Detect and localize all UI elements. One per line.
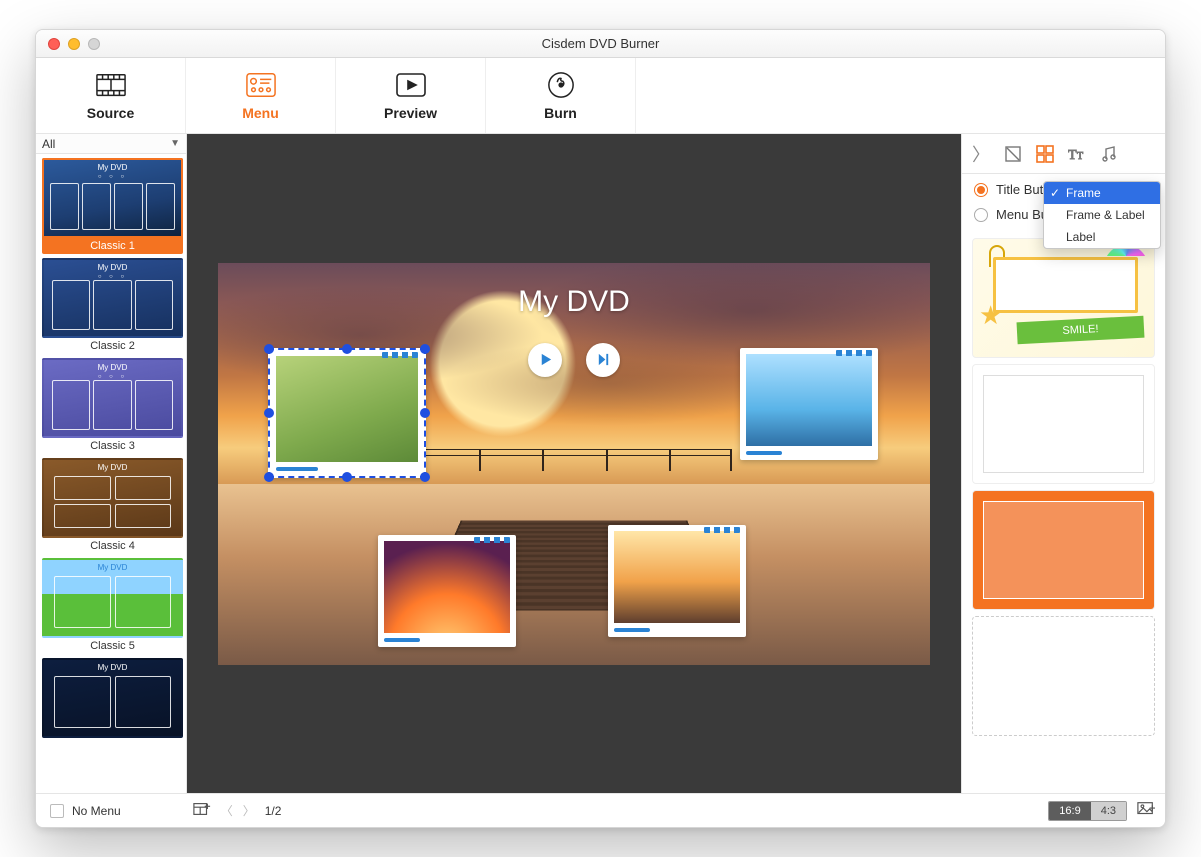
svg-text:T: T bbox=[1068, 148, 1077, 163]
tab-menu[interactable]: Menu bbox=[186, 58, 336, 133]
frame-label: SMILE! bbox=[1017, 316, 1145, 345]
chevron-down-icon: ▼ bbox=[170, 138, 180, 149]
template-sidebar: All ▼ My DVD○ ○ ○ Classic 1 My DVD○ ○ ○ … bbox=[36, 134, 187, 793]
background-image-button[interactable] bbox=[1137, 800, 1155, 821]
template-caption bbox=[42, 738, 183, 742]
frame-gallery[interactable]: ★ SMILE! bbox=[962, 232, 1165, 793]
template-caption: Classic 4 bbox=[42, 538, 183, 554]
menu-canvas-area: My DVD bbox=[187, 134, 961, 793]
filmstrip-icon bbox=[96, 71, 126, 99]
template-caption: Classic 2 bbox=[42, 338, 183, 354]
music-tab[interactable] bbox=[1100, 145, 1118, 163]
menu-title-text[interactable]: My DVD bbox=[218, 285, 930, 319]
tab-label: Preview bbox=[384, 105, 437, 121]
no-frame-tab[interactable] bbox=[1004, 145, 1022, 163]
svg-text:T: T bbox=[1077, 151, 1083, 162]
add-page-button[interactable] bbox=[193, 800, 211, 821]
template-caption: Classic 3 bbox=[42, 438, 183, 454]
menu-template-icon bbox=[246, 71, 276, 99]
page-indicator: 1/2 bbox=[265, 804, 282, 818]
playback-controls bbox=[528, 343, 620, 377]
play-button[interactable] bbox=[528, 343, 562, 377]
filter-value: All bbox=[42, 137, 55, 151]
template-caption: Classic 5 bbox=[42, 638, 183, 654]
template-filter-dropdown[interactable]: All ▼ bbox=[36, 134, 186, 154]
aspect-ratio-toggle[interactable]: 16:9 4:3 bbox=[1048, 801, 1127, 821]
tab-preview[interactable]: Preview bbox=[336, 58, 486, 133]
no-menu-checkbox[interactable]: No Menu bbox=[50, 804, 121, 818]
frame-option[interactable] bbox=[972, 364, 1155, 484]
template-item[interactable]: My DVD○ ○ ○ Classic 2 bbox=[42, 258, 183, 354]
checkbox-icon bbox=[50, 804, 64, 818]
frame-tab[interactable] bbox=[1036, 145, 1054, 163]
next-button[interactable] bbox=[586, 343, 620, 377]
frame-option[interactable] bbox=[972, 490, 1155, 610]
menu-item-clip-2[interactable] bbox=[740, 348, 878, 460]
frame-option[interactable]: ★ SMILE! bbox=[972, 238, 1155, 358]
text-tab[interactable]: TT bbox=[1068, 145, 1086, 163]
template-item[interactable]: My DVD bbox=[42, 658, 183, 742]
menu-canvas[interactable]: My DVD bbox=[218, 263, 930, 665]
prev-page-button[interactable]: 〈 bbox=[221, 802, 233, 819]
template-list[interactable]: My DVD○ ○ ○ Classic 1 My DVD○ ○ ○ Classi… bbox=[36, 154, 186, 793]
footer-bar: No Menu 〈 〉 1/2 16:9 4:3 bbox=[36, 793, 1165, 827]
template-item[interactable]: My DVD○ ○ ○ Classic 3 bbox=[42, 358, 183, 454]
template-caption: Classic 1 bbox=[42, 238, 183, 254]
disc-burn-icon bbox=[546, 71, 576, 99]
template-item[interactable]: My DVD Classic 5 bbox=[42, 558, 183, 654]
preview-icon bbox=[396, 71, 426, 99]
radio-icon bbox=[974, 208, 988, 222]
dropdown-option[interactable]: Frame bbox=[1044, 182, 1160, 204]
collapse-panel-button[interactable]: 〉 bbox=[972, 141, 990, 167]
properties-tabs: 〉 TT bbox=[962, 134, 1165, 174]
template-item[interactable]: My DVD Classic 4 bbox=[42, 458, 183, 554]
template-item[interactable]: My DVD○ ○ ○ Classic 1 bbox=[42, 158, 183, 254]
properties-panel: 〉 TT Title Button Menu Button Frame Fram… bbox=[961, 134, 1165, 793]
tab-label: Source bbox=[87, 105, 134, 121]
aspect-16-9[interactable]: 16:9 bbox=[1049, 802, 1090, 820]
aspect-4-3[interactable]: 4:3 bbox=[1091, 802, 1126, 820]
menu-item-clip-3[interactable] bbox=[378, 535, 516, 647]
app-window: Cisdem DVD Burner Source Menu Preview Bu… bbox=[35, 29, 1166, 828]
titlebar: Cisdem DVD Burner bbox=[36, 30, 1165, 58]
dropdown-option[interactable]: Label bbox=[1044, 226, 1160, 248]
tab-burn[interactable]: Burn bbox=[486, 58, 636, 133]
dropdown-option[interactable]: Frame & Label bbox=[1044, 204, 1160, 226]
next-page-button[interactable]: 〉 bbox=[243, 802, 255, 819]
tab-label: Burn bbox=[544, 105, 577, 121]
menu-item-clip-1[interactable] bbox=[268, 348, 426, 478]
no-menu-label: No Menu bbox=[72, 804, 121, 818]
star-icon: ★ bbox=[979, 300, 1002, 331]
window-title: Cisdem DVD Burner bbox=[36, 36, 1165, 51]
main-toolbar: Source Menu Preview Burn bbox=[36, 58, 1165, 134]
frame-style-dropdown[interactable]: Frame Frame & Label Label bbox=[1043, 181, 1161, 249]
menu-item-clip-4[interactable] bbox=[608, 525, 746, 637]
radio-icon bbox=[974, 183, 988, 197]
tab-label: Menu bbox=[242, 105, 279, 121]
tab-source[interactable]: Source bbox=[36, 58, 186, 133]
frame-option[interactable] bbox=[972, 616, 1155, 736]
